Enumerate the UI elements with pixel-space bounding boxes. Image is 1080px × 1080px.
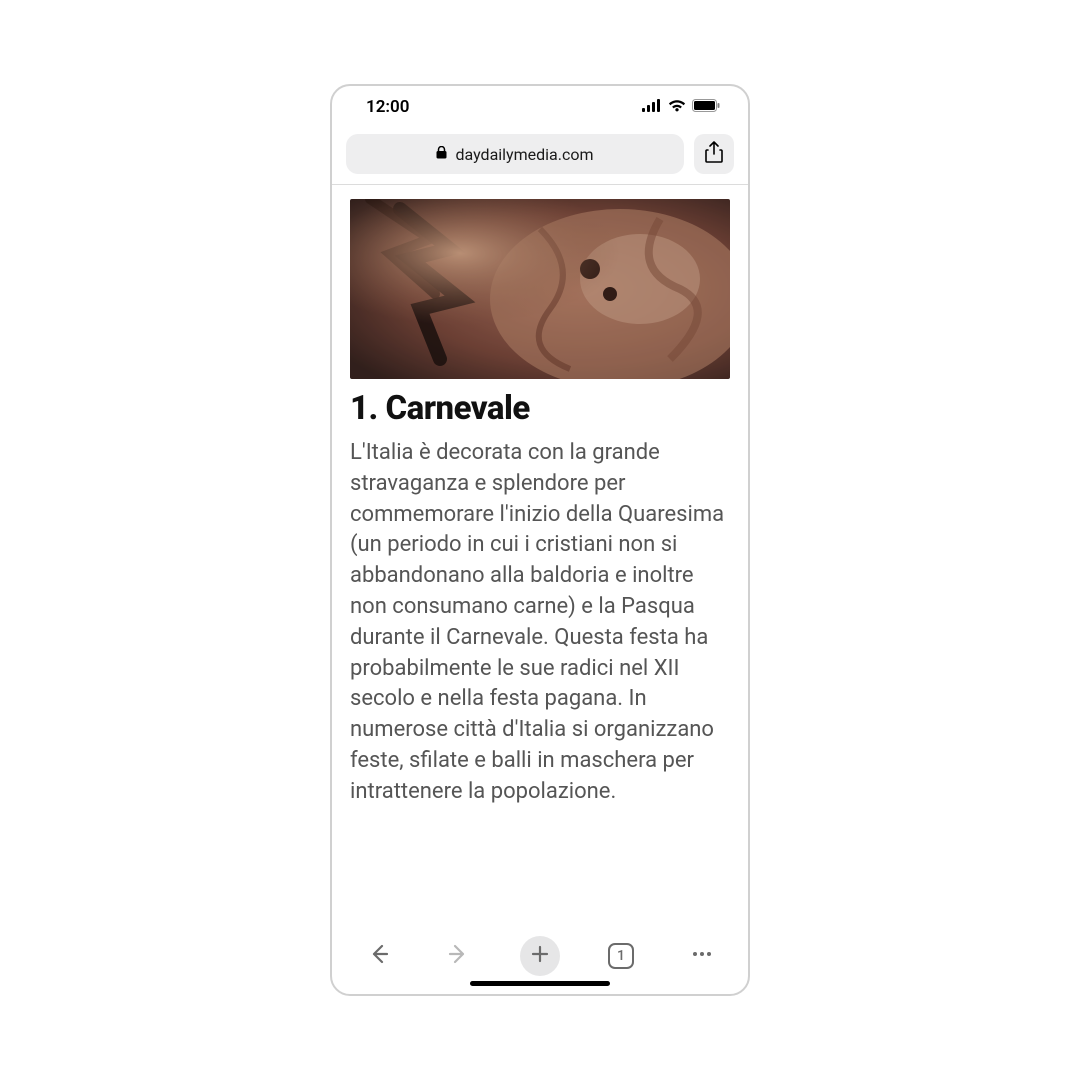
tabs-button[interactable]: 1 <box>601 936 641 976</box>
address-domain: daydailymedia.com <box>455 145 593 164</box>
home-indicator[interactable] <box>470 981 610 986</box>
cellular-icon <box>642 97 662 117</box>
share-button[interactable] <box>694 134 734 174</box>
wifi-icon <box>668 97 686 117</box>
arrow-left-icon <box>365 941 391 971</box>
more-icon <box>689 941 715 971</box>
lock-icon <box>436 146 447 162</box>
forward-button[interactable] <box>439 936 479 976</box>
share-icon <box>705 141 723 167</box>
status-indicators <box>642 97 720 117</box>
new-tab-button[interactable] <box>520 936 560 976</box>
article-title: 1. Carnevale <box>350 389 730 428</box>
phone-frame: 12:00 daydailymedia.com <box>330 84 750 996</box>
status-time: 12:00 <box>366 97 409 117</box>
tabs-count-badge: 1 <box>608 943 634 969</box>
address-bar[interactable]: daydailymedia.com <box>346 134 684 174</box>
tabs-count: 1 <box>617 948 625 964</box>
page-content[interactable]: 1. Carnevale L'Italia è decorata con la … <box>332 185 748 924</box>
hero-image <box>350 199 730 379</box>
browser-toolbar: daydailymedia.com <box>332 128 748 184</box>
plus-icon <box>530 944 550 968</box>
battery-icon <box>692 97 720 117</box>
article-body: L'Italia è decorata con la grande strava… <box>350 438 730 808</box>
menu-button[interactable] <box>682 936 722 976</box>
arrow-right-icon <box>446 941 472 971</box>
back-button[interactable] <box>358 936 398 976</box>
status-bar: 12:00 <box>332 86 748 128</box>
